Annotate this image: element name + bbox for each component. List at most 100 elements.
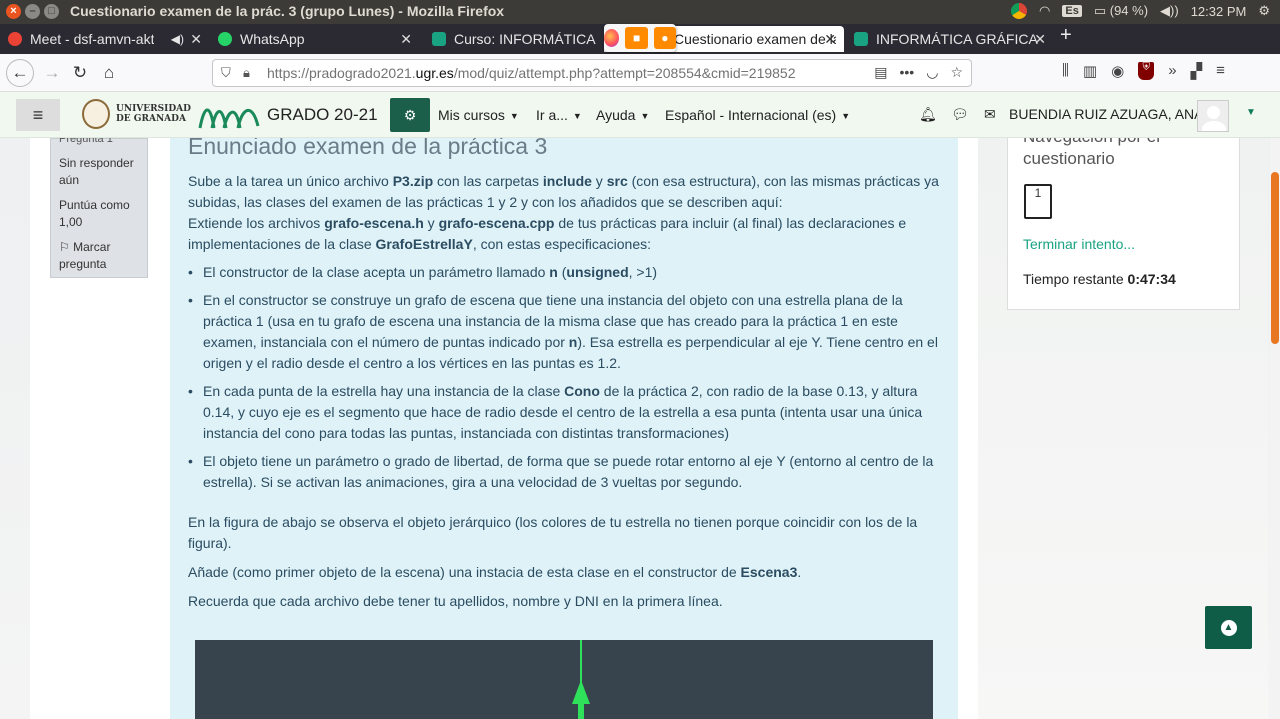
clock[interactable]: 12:32 PM	[1191, 4, 1247, 19]
list-item: El objeto tiene un parámetro o grado de …	[188, 451, 944, 493]
list-item: En cada punta de la estrella hay una ins…	[188, 381, 944, 444]
question-grade: Puntúa como 1,00	[59, 198, 130, 229]
chrome-icon[interactable]	[1011, 3, 1028, 19]
question-number: Pregunta 1	[59, 138, 113, 145]
user-menu-caret-icon[interactable]: ▼	[1246, 107, 1256, 118]
hamburger-menu-icon[interactable]: ≡	[1216, 62, 1225, 80]
bold-term: GrafoEstrellaY	[375, 236, 473, 252]
back-to-top-button[interactable]: ▲	[1205, 606, 1252, 649]
finish-attempt-link[interactable]: Terminar intento...	[1023, 236, 1135, 252]
toggle-drawer-button[interactable]: ≡	[16, 99, 60, 131]
battery-indicator[interactable]: ▭ (94 %)	[1094, 3, 1148, 19]
reload-button[interactable]: ↻	[68, 61, 92, 85]
prado-favicon-icon	[432, 32, 446, 46]
tab-label: WhatsApp	[240, 31, 305, 47]
close-tab-icon[interactable]: ✕	[190, 31, 202, 48]
minimize-window-button[interactable]: –	[25, 4, 40, 19]
lock-icon[interactable]: 🔒︎	[243, 65, 250, 81]
menu-mis-cursos[interactable]: Mis cursos ▼	[438, 107, 519, 123]
audio-playing-icon[interactable]: ◀)	[171, 32, 184, 46]
prado-favicon-icon	[854, 32, 868, 46]
tab-curso[interactable]: Curso: INFORMÁTICA GRÁFICA	[424, 26, 604, 52]
battery-percent: (94 %)	[1109, 3, 1149, 18]
menu-label: Ayuda	[596, 107, 636, 123]
pocket-icon[interactable]: ◡	[926, 64, 938, 81]
bold-term: P3.zip	[392, 173, 434, 189]
add-instance-note: Añade (como primer objeto de la escena) …	[188, 564, 802, 580]
time-label: Tiempo restante	[1023, 271, 1128, 287]
microphone-sharing-icon[interactable]: ●	[653, 27, 676, 49]
tab-label: Curso: INFORMÁTICA GRÁFICA	[454, 31, 596, 47]
url-host: ugr.es	[415, 65, 454, 81]
tab-meet[interactable]: Meet - dsf-amvn-akt ◀) ✕	[0, 26, 210, 52]
tab-label: INFORMÁTICA GRÁFICA	[876, 31, 1038, 47]
intro-paragraph: Sube a la tarea un único archivo P3.zip …	[188, 173, 939, 210]
file-header-note: Recuerda que cada archivo debe tener tu …	[188, 593, 723, 609]
navigation-toolbar: ← → ↻ ⌂ ⛉ 🔒︎ https://pradogrado2021. ugr.…	[0, 54, 1280, 92]
email-icon[interactable]: ✉	[984, 106, 996, 123]
bookmark-star-icon[interactable]: ☆	[950, 64, 963, 81]
caret-down-icon: ▼	[509, 111, 519, 122]
menu-label: Ir a...	[536, 107, 568, 123]
question-nav-button[interactable]: 1	[1024, 184, 1052, 219]
page-content: Pregunta 1 Sin responder aún Puntúa como…	[0, 138, 1280, 719]
caret-down-icon: ▼	[640, 111, 650, 122]
back-button[interactable]: ←	[6, 59, 34, 87]
figure-note: En la figura de abajo se observa el obje…	[188, 514, 918, 551]
ugr-logo[interactable]: UNIVERSIDAD DE GRANADA	[82, 99, 191, 129]
volume-icon[interactable]: ◀))	[1160, 3, 1179, 19]
keyboard-layout-indicator[interactable]: Es	[1062, 5, 1082, 17]
url-bar[interactable]: ⛉ 🔒︎ https://pradogrado2021. ugr.es/mod/q…	[212, 59, 972, 87]
tab-whatsapp[interactable]: WhatsApp ✕	[210, 26, 420, 52]
notifications-bell-icon[interactable]: 🔔︎	[919, 106, 937, 123]
page-actions-icon[interactable]: •••	[900, 64, 915, 81]
bold-term: Escena3	[740, 564, 798, 580]
forward-button[interactable]: →	[40, 61, 64, 85]
intro-paragraph-2: Extiende los archivos grafo-escena.h y g…	[188, 215, 907, 252]
library-icon[interactable]: ⫼	[1062, 62, 1069, 80]
avatar[interactable]	[1197, 100, 1229, 132]
menu-ayuda[interactable]: Ayuda ▼	[596, 107, 649, 123]
user-name[interactable]: BUENDIA RUIZ AZUAGA, ANA	[1009, 106, 1204, 122]
prado-logo-icon[interactable]	[196, 98, 262, 132]
page-scrollbar[interactable]	[1270, 138, 1280, 719]
reader-view-icon[interactable]: ▤	[874, 64, 887, 81]
close-tab-icon[interactable]: ✕	[1034, 31, 1046, 48]
messages-icon[interactable]: 💬︎	[951, 106, 969, 123]
ublock-icon[interactable]: ⛨	[1138, 62, 1155, 80]
sharing-indicator[interactable]: ■ ●	[604, 24, 676, 52]
close-tab-icon[interactable]: ✕	[824, 31, 836, 48]
sidebar-icon[interactable]: ▥	[1083, 62, 1097, 80]
scrollbar-thumb[interactable]	[1271, 172, 1279, 344]
bold-term: n	[549, 264, 558, 280]
whatsapp-icon	[218, 32, 232, 46]
account-icon[interactable]: ◉	[1111, 62, 1124, 80]
maximize-window-button[interactable]: □	[44, 4, 59, 19]
home-button[interactable]: ⌂	[97, 61, 121, 85]
close-tab-icon[interactable]: ✕	[400, 31, 412, 48]
bold-term: n	[568, 334, 578, 350]
time-value: 0:47:34	[1127, 271, 1176, 287]
camera-sharing-icon[interactable]: ■	[625, 27, 648, 49]
site-name[interactable]: GRADO 20-21	[267, 105, 378, 125]
new-tab-button[interactable]: +	[1060, 24, 1072, 47]
quiz-navigation-title: Navegación por el cuestionario	[1023, 138, 1160, 168]
menu-ir-a[interactable]: Ir a... ▼	[536, 107, 582, 123]
course-admin-gear-button[interactable]: ⚙	[390, 98, 430, 132]
menu-language[interactable]: Español - Internacional (es) ▼	[665, 107, 850, 123]
tracking-shield-icon[interactable]: ⛉	[221, 65, 231, 81]
tab-informatica[interactable]: INFORMÁTICA GRÁFICA ✕	[846, 26, 1054, 52]
window-controls: × – □	[6, 4, 59, 19]
question-info: Pregunta 1 Sin responder aún Puntúa como…	[50, 138, 148, 278]
wifi-icon[interactable]: ◠	[1039, 3, 1050, 19]
extensions-icon[interactable]: ▞	[1191, 62, 1203, 80]
close-window-button[interactable]: ×	[6, 4, 21, 19]
flag-question-link[interactable]: ⚐ Marcar pregunta	[59, 239, 139, 273]
bold-term: Cono	[564, 383, 600, 399]
url-path: /mod/quiz/attempt.php?attempt=208554&cmi…	[453, 65, 796, 81]
system-tray: ◠ Es ▭ (94 %) ◀)) 12:32 PM ⚙	[1011, 3, 1270, 19]
overflow-menu-icon[interactable]: »	[1168, 62, 1176, 80]
settings-gear-icon[interactable]: ⚙	[1258, 3, 1270, 19]
